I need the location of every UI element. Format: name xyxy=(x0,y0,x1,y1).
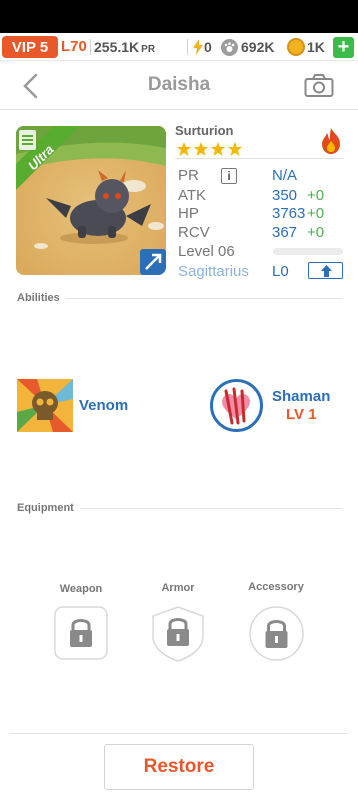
stat-row-pr: PR i N/A xyxy=(178,167,348,186)
stat-value: N/A xyxy=(272,167,298,184)
level-label: Level 06 xyxy=(178,243,235,260)
star-rating xyxy=(176,141,246,157)
divider xyxy=(90,39,91,55)
star-icon xyxy=(177,142,191,156)
venom-skull-icon[interactable] xyxy=(17,379,73,432)
level-progress-bar xyxy=(273,248,343,255)
divider xyxy=(66,298,342,299)
vip-badge[interactable]: VIP 5 xyxy=(2,36,58,58)
ability-name-shaman[interactable]: Shaman xyxy=(272,388,330,405)
stat-bonus: +0 xyxy=(307,187,325,204)
coin-count: 1K xyxy=(307,39,325,55)
stat-row-rcv: RCV 367 +0 xyxy=(178,224,348,243)
divider xyxy=(10,733,348,734)
star-icon xyxy=(211,142,225,156)
coin-icon xyxy=(287,38,305,56)
stat-label: ATK xyxy=(178,187,207,204)
weapon-slot[interactable] xyxy=(54,606,108,660)
power-unit: PR xyxy=(141,44,156,55)
stat-row-atk: ATK 350 +0 xyxy=(178,187,348,206)
stat-value: 367 xyxy=(272,224,298,241)
shaman-heart-claw-icon[interactable] xyxy=(210,379,263,432)
power-rating: 255.1K PR xyxy=(94,36,155,58)
paw-food-icon xyxy=(221,39,238,56)
player-level: L70 xyxy=(61,38,87,55)
zodiac-upgrade-button[interactable] xyxy=(308,262,343,279)
divider xyxy=(175,158,343,159)
equipment-label-armor: Armor xyxy=(161,582,195,594)
energy-bolt-icon xyxy=(193,39,203,55)
equipment-label-accessory: Accessory xyxy=(248,581,304,593)
info-icon[interactable]: i xyxy=(221,168,237,184)
stat-row-hp: HP 3763 +0 xyxy=(178,205,348,224)
add-currency-button[interactable]: + xyxy=(333,37,354,58)
zodiac-name[interactable]: Sagittarius xyxy=(178,263,249,280)
species-name: Surturion xyxy=(175,123,234,138)
stat-bonus: +0 xyxy=(307,205,325,222)
star-icon xyxy=(228,142,242,156)
ability-level-shaman: LV 1 xyxy=(286,406,317,423)
fire-element-icon xyxy=(322,128,340,154)
accessory-slot[interactable] xyxy=(249,606,304,661)
up-arrow-icon xyxy=(321,265,332,277)
zodiac-level: L0 xyxy=(272,263,289,280)
stat-label: HP xyxy=(178,205,199,222)
equipment-title: Equipment xyxy=(17,502,74,514)
stat-value: 350 xyxy=(272,187,298,204)
food-count: 692K xyxy=(241,39,275,55)
armor-slot[interactable] xyxy=(152,606,204,662)
power-value: 255.1K xyxy=(94,39,140,55)
header: Daisha xyxy=(0,62,358,110)
stat-value: 3763 xyxy=(272,205,306,222)
abilities-title: Abilities xyxy=(17,292,60,304)
equipment-label-weapon: Weapon xyxy=(59,583,103,595)
ability-name-venom[interactable]: Venom xyxy=(79,397,128,414)
pet-portrait[interactable]: Ultra xyxy=(16,126,166,275)
star-icon xyxy=(194,142,208,156)
stat-label: RCV xyxy=(178,224,210,241)
stat-label: PR xyxy=(178,167,199,184)
divider xyxy=(187,39,188,55)
sagittarius-arrow-icon xyxy=(140,249,166,275)
top-bar: VIP 5 L70 255.1K PR 0 692K 1K + xyxy=(0,33,358,61)
stat-bonus: +0 xyxy=(307,224,325,241)
restore-button[interactable]: Restore xyxy=(104,744,254,790)
divider xyxy=(80,508,342,509)
status-bar xyxy=(0,0,358,33)
energy-count: 0 xyxy=(204,39,212,55)
camera-icon[interactable] xyxy=(304,73,334,98)
